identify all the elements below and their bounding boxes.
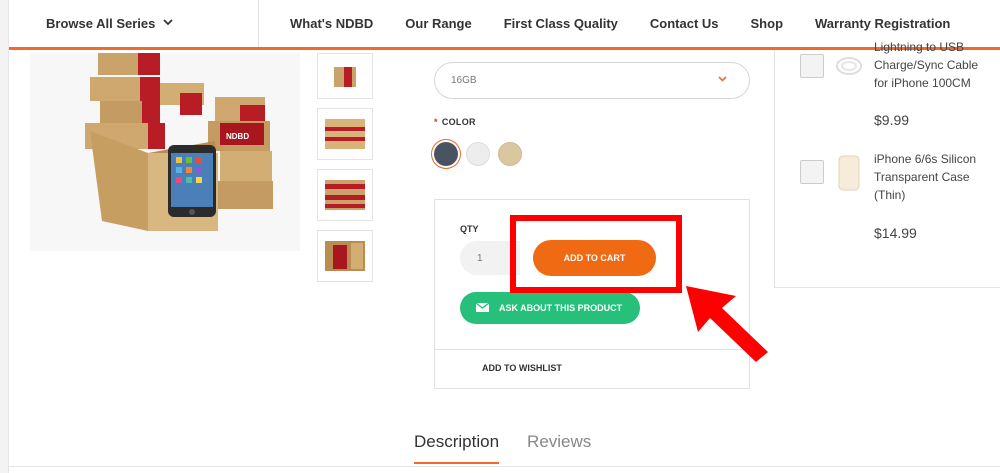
related-products-sidebar: Lightning to USB Charge/Sync Cable for i…	[774, 40, 1000, 288]
chevron-down-icon	[718, 73, 727, 85]
envelope-icon	[475, 301, 490, 314]
highlight-box	[510, 215, 682, 293]
thumbnail-2[interactable]	[317, 108, 373, 160]
storage-select[interactable]: 16GB	[434, 62, 750, 99]
box-logo-text: NDBD	[226, 132, 249, 141]
related-item-price: $14.99	[874, 225, 917, 241]
browse-label: Browse All Series	[46, 16, 156, 31]
thumbnail-4[interactable]	[317, 230, 373, 282]
qty-label: QTY	[460, 224, 479, 234]
thumbnail-1[interactable]	[317, 53, 373, 99]
site-header: Browse All Series What's NDBD Our Range …	[9, 0, 1000, 50]
color-swatch-gold[interactable]	[498, 142, 522, 166]
chevron-down-icon	[163, 18, 173, 29]
nav-contact-us[interactable]: Contact Us	[650, 16, 719, 31]
related-item-name[interactable]: Lightning to USB Charge/Sync Cable for i…	[874, 38, 994, 92]
phone-case-icon	[833, 154, 865, 191]
nav-warranty-registration[interactable]: Warranty Registration	[815, 16, 950, 31]
tabs-baseline	[9, 466, 1000, 467]
ask-about-product-button[interactable]: ASK ABOUT THIS PRODUCT	[460, 292, 640, 324]
nav-whats-ndbd[interactable]: What's NDBD	[290, 16, 373, 31]
product-thumbnails	[317, 53, 373, 291]
color-swatch-gray[interactable]	[434, 142, 458, 166]
related-item-name[interactable]: iPhone 6/6s Silicon Transparent Case (Th…	[874, 150, 994, 204]
related-item-checkbox[interactable]	[800, 160, 824, 184]
thumbnail-3[interactable]	[317, 169, 373, 221]
page-edge	[0, 0, 9, 473]
related-item-checkbox[interactable]	[800, 54, 824, 78]
qty-value: 1	[477, 252, 483, 264]
tab-description[interactable]: Description	[414, 432, 500, 464]
color-swatch-silver[interactable]	[466, 142, 490, 166]
cable-icon	[833, 48, 865, 84]
color-label: * COLOR	[434, 117, 476, 127]
product-main-image[interactable]: NDBD	[30, 53, 300, 251]
add-to-wishlist-link[interactable]: ADD TO WISHLIST	[482, 363, 562, 373]
ask-about-label: ASK ABOUT THIS PRODUCT	[499, 303, 623, 313]
color-swatches	[434, 142, 530, 166]
storage-selected-value: 16GB	[451, 75, 477, 86]
browse-all-series-menu[interactable]: Browse All Series	[9, 0, 259, 47]
nav-first-class-quality[interactable]: First Class Quality	[504, 16, 618, 31]
nav-our-range[interactable]: Our Range	[405, 16, 471, 31]
tab-reviews[interactable]: Reviews	[527, 432, 591, 464]
related-item-price: $9.99	[874, 112, 910, 128]
nav-shop[interactable]: Shop	[751, 16, 784, 31]
required-asterisk: *	[434, 117, 438, 127]
product-tabs: Description Reviews	[414, 432, 619, 464]
red-arrow-icon	[680, 282, 772, 369]
